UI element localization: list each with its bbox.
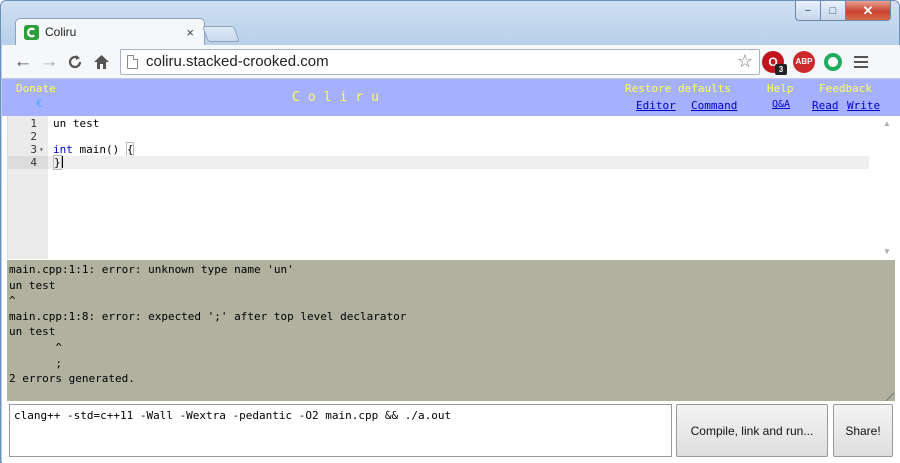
line-number: 2 [30,130,37,143]
help-label: Help [767,82,794,95]
help-qa-link[interactable]: Q&A [772,99,790,110]
line-number: 4 [8,156,48,169]
euro-icon[interactable]: € [36,97,43,110]
tab-title: Coliru [45,25,77,39]
editor-line[interactable]: 1 un test [8,117,869,130]
editor-line[interactable]: 3 ▾ int main() { [8,142,869,157]
page-content: Donate € Coliru Restore defaults Help Fe… [2,79,900,463]
new-tab-button[interactable] [202,26,240,42]
code-editor[interactable]: 1 un test 2 3 ▾ int main() { 4 } ▲ ▼ [7,116,895,259]
feedback-write-link[interactable]: Write [847,99,880,112]
page-icon [127,54,138,69]
scroll-down-icon[interactable]: ▼ [883,247,891,256]
tab-close-icon[interactable]: × [186,25,194,40]
resize-grip-icon[interactable] [886,393,894,401]
bookmark-star-icon[interactable]: ☆ [737,51,753,72]
browser-tab[interactable]: Coliru × [15,18,205,45]
back-arrow-icon[interactable]: ← [10,49,36,75]
green-ring-icon[interactable] [824,52,842,71]
coliru-header: Donate € Coliru Restore defaults Help Fe… [2,79,900,116]
share-button[interactable]: Share! [833,404,893,457]
donate-link[interactable]: Donate [16,82,56,95]
feedback-read-link[interactable]: Read [812,99,839,112]
home-icon[interactable] [88,49,114,75]
editor-line[interactable]: 2 [8,130,869,143]
editor-line-active[interactable]: 4 } [8,155,869,170]
text-cursor [61,156,63,168]
command-input[interactable]: clang++ -std=c++11 -Wall -Wextra -pedant… [9,404,672,457]
home-house-icon [93,54,109,69]
browser-window: − □ ✕ Coliru × ← → coliru.stacked-crooke… [0,0,900,463]
code-text[interactable]: } [53,155,63,170]
close-window-button[interactable]: ✕ [846,1,891,21]
restore-defaults-label: Restore defaults [625,82,731,95]
extension-badge: 3 [775,63,787,75]
reload-arrow-icon [68,54,82,68]
url-text[interactable]: coliru.stacked-crooked.com [146,53,737,70]
line-number: 3 [30,143,37,156]
feedback-label: Feedback [819,82,872,95]
restore-editor-link[interactable]: Editor [636,99,676,112]
code-text[interactable]: int main() { [53,142,135,157]
restore-command-link[interactable]: Command [691,99,737,112]
opera-ext-icon[interactable]: O 3 [762,50,787,75]
minimize-button[interactable]: − [795,1,821,21]
brand-title: Coliru [292,90,387,105]
code-text[interactable]: un test [53,117,99,130]
browser-toolbar: ← → coliru.stacked-crooked.com ☆ O 3 ABP [2,45,900,79]
compile-run-button[interactable]: Compile, link and run... [676,404,828,457]
menu-icon[interactable] [854,55,868,68]
address-bar[interactable]: coliru.stacked-crooked.com ☆ [120,48,760,75]
window-controls: − □ ✕ [795,1,891,21]
reload-icon[interactable] [62,49,88,75]
coliru-c-icon [24,24,39,40]
fold-arrow-icon[interactable]: ▾ [39,143,44,156]
editor-scrollbar[interactable]: ▲ ▼ [879,116,895,259]
scroll-up-icon[interactable]: ▲ [883,119,891,128]
maximize-button[interactable]: □ [821,1,846,21]
adblock-icon[interactable]: ABP [793,50,815,73]
compiler-output: main.cpp:1:1: error: unknown type name '… [7,260,895,401]
line-number: 1 [30,117,37,130]
forward-arrow-icon[interactable]: → [36,49,62,75]
